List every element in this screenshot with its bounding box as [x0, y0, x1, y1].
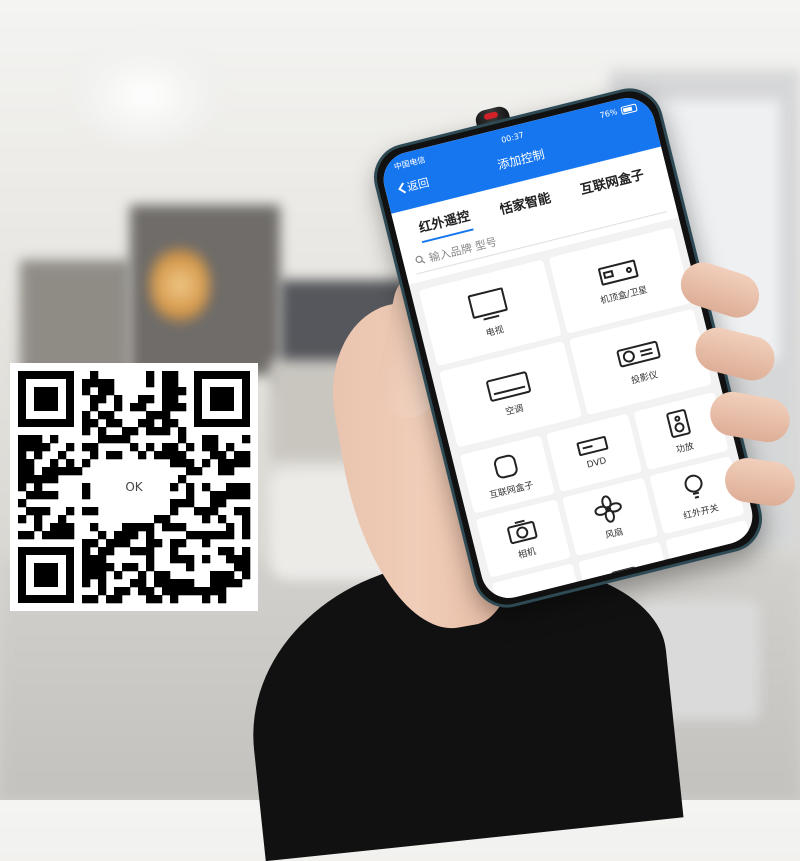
internet-box-icon [493, 454, 518, 479]
chevron-left-icon [398, 182, 407, 194]
wall-clock [150, 245, 210, 325]
camera-icon [506, 519, 537, 544]
air-conditioner-icon [486, 370, 531, 402]
back-button[interactable]: 返回 [396, 174, 431, 197]
device-label: 空调 [504, 403, 525, 418]
device-label: 电视 [484, 324, 505, 339]
device-camera[interactable]: 相机 [475, 499, 572, 578]
device-label: 投影仪 [630, 369, 659, 387]
device-fan[interactable]: 风扇 [562, 477, 658, 557]
ceiling-lamp [70, 40, 220, 150]
qr-center-label: OK [112, 469, 156, 505]
device-label: 相机 [517, 546, 538, 561]
search-icon [415, 255, 426, 264]
tv-icon [467, 287, 508, 321]
bulb-icon [684, 474, 703, 499]
fan-icon [594, 494, 622, 523]
qr-code[interactable]: OK [10, 363, 258, 611]
dvd-icon [576, 436, 609, 457]
device-label: 风扇 [604, 526, 625, 541]
device-label: DVD [585, 456, 608, 471]
device-label: 红外开关 [682, 502, 720, 522]
speaker-icon [666, 408, 691, 438]
device-label: 功放 [675, 441, 695, 456]
